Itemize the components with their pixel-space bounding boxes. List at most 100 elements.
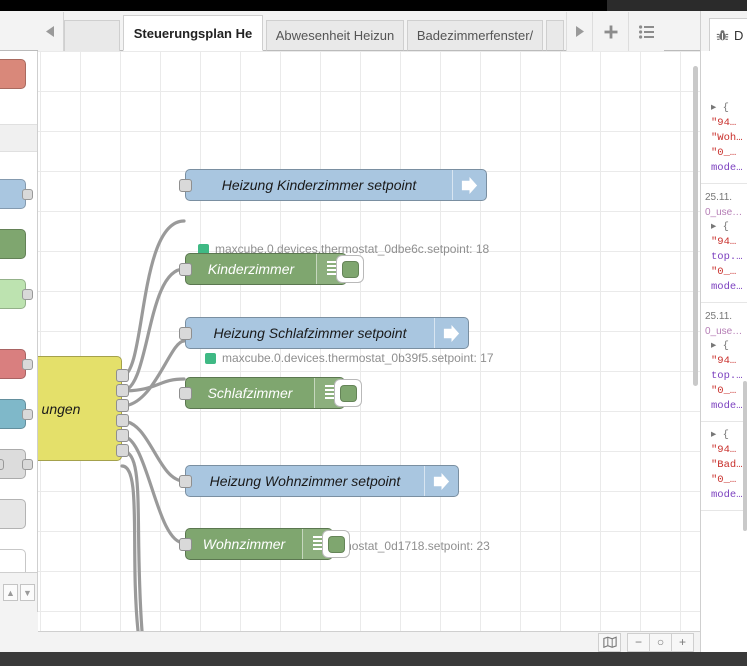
link-out-arrow — [424, 466, 458, 496]
debug-toggle-indicator — [327, 535, 345, 553]
debug-line: top.… — [711, 370, 743, 382]
debug-node-schlafzimmer[interactable]: Schlafzimmer — [185, 377, 362, 409]
tab-partial-left[interactable] — [64, 20, 120, 51]
link-out-arrow — [452, 170, 486, 200]
debug-node-kinderzimmer[interactable]: Kinderzimmer — [185, 253, 364, 285]
debug-line: "Woh… — [711, 132, 743, 144]
debug-node-toggle-button[interactable] — [334, 379, 362, 407]
node-red-editor: Steuerungsplan He Abwesenheit Heizun Bad… — [0, 11, 747, 652]
wire — [120, 219, 186, 378]
switch-output-port-4[interactable] — [116, 414, 129, 427]
node-label: Kinderzimmer — [207, 261, 295, 277]
node-input-port[interactable] — [179, 387, 192, 400]
debug-message[interactable]: 25.11. 0_use… ▸ { "94… top.… "0_… mode… — [701, 184, 747, 303]
tabs-scroll-right-button[interactable] — [566, 12, 592, 51]
map-icon — [602, 636, 617, 648]
tab-partial-right[interactable] — [546, 20, 564, 51]
zoom-controls: − ○ + — [627, 632, 694, 652]
link-out-node-kinderzimmer[interactable]: Heizung Kinderzimmer setpoint — [185, 169, 487, 201]
bug-icon — [716, 29, 729, 40]
debug-node-wohnzimmer[interactable]: Wohnzimmer — [185, 528, 350, 560]
node-input-port[interactable] — [179, 263, 192, 276]
os-titlebar — [0, 0, 747, 11]
zoom-reset-button[interactable]: ○ — [649, 632, 672, 652]
debug-message-body: ▸ { "94… top.… "0_… mode… — [705, 220, 743, 295]
node-label: Heizung Schlafzimmer setpoint — [213, 325, 407, 341]
debug-message-body: ▸ { "94… "Woh… "0_… mode… — [705, 101, 743, 176]
list-flows-button[interactable] — [628, 12, 664, 51]
palette-node-port — [0, 459, 4, 470]
node-palette: ▲ ▼ — [0, 51, 38, 612]
node-input-port[interactable] — [179, 327, 192, 340]
debug-toggle-indicator — [339, 384, 357, 402]
node-input-port[interactable] — [179, 538, 192, 551]
link-out-node-wohnzimmer[interactable]: Heizung Wohnzimmer setpoint — [185, 465, 459, 497]
palette-node[interactable] — [0, 499, 26, 529]
tab-abwesenheit[interactable]: Abwesenheit Heizun — [266, 20, 404, 51]
debug-expand-toggle[interactable]: ▸ { — [711, 220, 743, 235]
palette-footer: ▲ ▼ — [0, 572, 37, 612]
debug-line: "0_… — [711, 474, 737, 486]
switch-node[interactable]: ungen — [38, 356, 122, 461]
palette-node-port — [22, 409, 33, 420]
switch-output-port-3[interactable] — [116, 399, 129, 412]
canvas-vertical-scrollbar[interactable] — [693, 66, 698, 386]
sidebar-tab-label: D — [734, 27, 744, 43]
debug-expand-toggle[interactable]: ▸ { — [711, 428, 743, 443]
debug-expand-toggle[interactable]: ▸ { — [711, 101, 743, 116]
palette-collapse-up-button[interactable]: ▲ — [3, 584, 18, 601]
debug-node-toggle-button[interactable] — [322, 530, 350, 558]
debug-timestamp: 25.11. — [705, 311, 733, 322]
zoom-out-button[interactable]: − — [627, 632, 650, 652]
switch-output-port-5[interactable] — [116, 429, 129, 442]
add-flow-button[interactable] — [592, 12, 628, 51]
debug-line: "0_… — [711, 147, 737, 159]
chevron-left-icon — [46, 26, 54, 37]
tabs-scroll-left-button[interactable] — [38, 12, 64, 51]
palette-node[interactable] — [0, 59, 26, 89]
arrow-right-icon — [443, 324, 460, 342]
node-label: Heizung Kinderzimmer setpoint — [221, 177, 417, 193]
circle-icon: ○ — [656, 635, 665, 649]
node-input-port[interactable] — [179, 179, 192, 192]
palette-group-separator — [0, 124, 37, 152]
debug-line: "0_… — [711, 385, 737, 397]
debug-sidebar[interactable]: ▸ { "94… "Woh… "0_… mode… 25.11. 0_use… … — [700, 51, 747, 652]
debug-message[interactable]: ▸ { "94… "Woh… "0_… mode… — [701, 51, 747, 184]
navigator-toggle-button[interactable] — [598, 632, 621, 652]
node-input-port[interactable] — [179, 475, 192, 488]
zoom-in-button[interactable]: + — [671, 632, 694, 652]
debug-message-body: ▸ { "94… "Bad… "0_… mode… — [705, 428, 743, 503]
os-titlebar-right — [607, 0, 747, 11]
sidebar-tab-debug[interactable]: D — [709, 18, 747, 51]
sidebar-tab-strip: D — [700, 11, 747, 51]
tab-label: Steuerungsplan He — [133, 25, 253, 41]
sidebar-scrollbar[interactable] — [743, 381, 747, 531]
palette-node[interactable] — [0, 229, 26, 259]
tab-steuerungsplan[interactable]: Steuerungsplan He — [123, 15, 263, 51]
palette-expand-down-button[interactable]: ▼ — [20, 584, 35, 601]
palette-node-port — [22, 189, 33, 200]
debug-message[interactable]: ▸ { "94… "Bad… "0_… mode… — [701, 422, 747, 511]
debug-line: mode… — [711, 489, 743, 501]
link-out-node-schlafzimmer[interactable]: Heizung Schlafzimmer setpoint — [185, 317, 469, 349]
flow-canvas[interactable]: ungen Heizung Kinderzimmer setpoint maxc… — [38, 51, 700, 652]
minus-icon: − — [634, 635, 642, 649]
switch-output-port-2[interactable] — [116, 384, 129, 397]
debug-line: "0_… — [711, 266, 737, 278]
node-status-schlafzimmer: maxcube.0.devices.thermostat_0b39f5.setp… — [205, 351, 494, 365]
node-label: Wohnzimmer — [202, 536, 286, 552]
switch-output-port-1[interactable] — [116, 369, 129, 382]
palette-node-port — [22, 289, 33, 300]
tab-badezimmerfenster[interactable]: Badezimmerfenster/ — [407, 20, 543, 51]
switch-output-port-6[interactable] — [116, 444, 129, 457]
debug-message[interactable]: 25.11. 0_use… ▸ { "94… top.… "0_… mode… — [701, 303, 747, 422]
tab-label: Badezimmerfenster/ — [416, 28, 534, 43]
palette-node-port — [22, 359, 33, 370]
plus-icon: + — [678, 635, 686, 649]
arrow-right-icon — [433, 472, 450, 490]
link-out-arrow — [434, 318, 468, 348]
chevron-up-icon: ▲ — [6, 587, 15, 598]
debug-node-toggle-button[interactable] — [336, 255, 364, 283]
debug-expand-toggle[interactable]: ▸ { — [711, 339, 743, 354]
